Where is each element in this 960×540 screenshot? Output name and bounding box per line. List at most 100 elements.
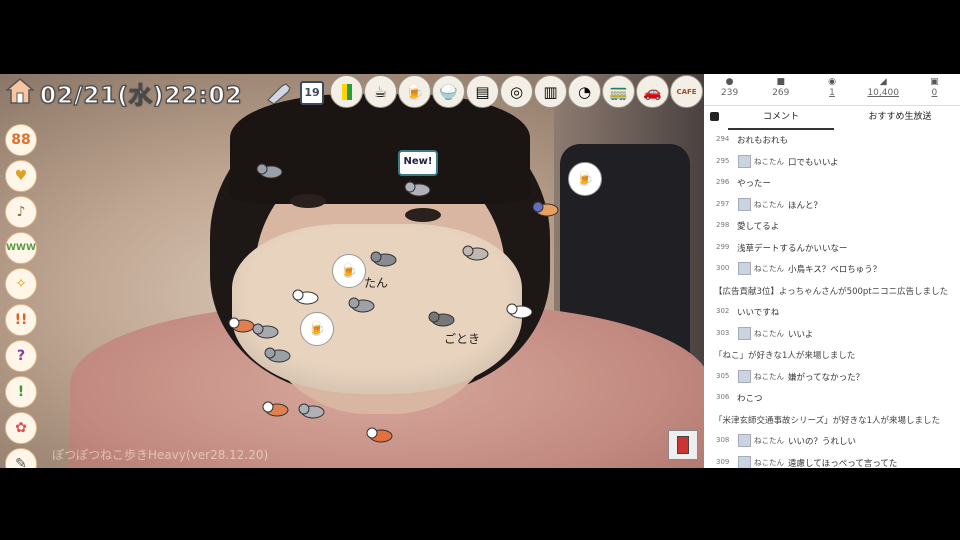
system-message-row[interactable]: 「米津玄師交通事故シリーズ」が好きな1人が来場しました (704, 409, 960, 431)
left-eye (290, 194, 326, 208)
cat-sprite-icon (348, 297, 375, 313)
comment-number: 299 (716, 242, 730, 251)
toilet-paper-icon[interactable]: ◎ (500, 75, 533, 108)
cat-sprite-icon (366, 427, 393, 443)
commenter-name[interactable]: ねこたん (754, 199, 784, 210)
notes-icon[interactable]: ▤ (466, 75, 499, 108)
pen-icon[interactable]: ✎ (5, 448, 37, 468)
overlay-comment-text: ごとき (444, 332, 481, 346)
exclaim-marks-icon[interactable]: !! (5, 304, 37, 336)
exclaim-icon[interactable]: ! (5, 376, 37, 408)
heart-icon[interactable]: ♥ (5, 160, 37, 192)
system-message-text: 「ねこ」が好きな1人が来場しました (714, 351, 856, 361)
egg-icon[interactable]: ◔ (568, 75, 601, 108)
train-icon[interactable]: 🚃 (602, 75, 635, 108)
cafe-icon[interactable]: CAFE (670, 75, 703, 108)
comment-row[interactable]: 295 ねこたん 口でもいいよ (704, 151, 960, 173)
beginner-icon[interactable] (330, 75, 363, 108)
avatar[interactable] (738, 197, 751, 211)
comment-list[interactable]: 294 おれもおれも 295 ねこたん 口でもいいよ 296 やったー 297 ねこたん ほんと？… (704, 129, 960, 468)
ad-icon: ◉ (828, 77, 836, 87)
question-icon[interactable]: ? (5, 340, 37, 372)
comment-number: 294 (716, 135, 730, 143)
phone-icon[interactable] (668, 430, 698, 460)
avatar[interactable] (738, 434, 751, 447)
coffee-cup-icon[interactable]: ☕ (364, 75, 397, 108)
comment-row[interactable]: 296 やったー (704, 172, 960, 194)
comment-number: 298 (716, 221, 730, 229)
sparkle-icon[interactable]: ✧ (5, 268, 37, 300)
cat-sprite-icon (262, 401, 289, 417)
stat-ads[interactable]: ◉ 1 (806, 74, 857, 104)
video-player[interactable]: 02/21(水)22:02 19 ☕ 🍺 🍚 ▤ ◎ ▥ ◔ 🚃 🚗 CAFE … (0, 74, 704, 468)
comment-number: 308 (716, 436, 730, 444)
music-note-icon[interactable]: ♪ (5, 196, 37, 228)
cup-icon[interactable]: ▥ (534, 75, 567, 108)
comment-number: 302 (716, 307, 730, 315)
comment-row[interactable]: 308 ねこたん いいの？うれしい (704, 430, 960, 452)
overlay-comment-text: たん (364, 276, 389, 290)
commenter-name[interactable]: ねこたん (754, 156, 784, 167)
drink-bubble-icon: 🍺 (568, 162, 602, 196)
avatar[interactable] (738, 154, 751, 168)
comment-row[interactable]: 298 愛してるよ (704, 215, 960, 237)
comment-row[interactable]: 306 わこつ (704, 387, 960, 409)
cat-sprite-icon (292, 289, 319, 305)
flower-icon[interactable]: ✿ (5, 412, 37, 444)
comment-row[interactable]: 300 ねこたん 小鳥キス？ベロちゅう？ (704, 258, 960, 280)
cat-sprite-icon (404, 181, 431, 197)
cat-sprite-icon (370, 251, 397, 267)
comment-icon: ■ (776, 77, 786, 87)
comment-row[interactable]: 303 ねこたん いいよ (704, 323, 960, 345)
stream-stage: 02/21(水)22:02 19 ☕ 🍺 🍚 ▤ ◎ ▥ ◔ 🚃 🚗 CAFE … (0, 74, 960, 468)
comment-text: いいですね (737, 308, 780, 318)
new-badge[interactable]: New! (398, 150, 438, 176)
gift-point-icon: ◢ (879, 77, 887, 87)
stat-viewers: ● 239 (704, 74, 755, 104)
comment-row[interactable]: 299 浅草デートするんかいいなー (704, 237, 960, 259)
system-message-row[interactable]: 【広告貢献3位】よっちゃんさんが500ptニコニ広告しました (704, 280, 960, 302)
commenter-name[interactable]: ねこたん (754, 457, 784, 468)
comment-row[interactable]: 294 おれもおれも (704, 129, 960, 151)
commenter-name[interactable]: ねこたん (754, 328, 784, 339)
tab-recommend[interactable]: おすすめ生放送 (840, 106, 960, 128)
comment-text: いいの？うれしい (788, 437, 857, 447)
tool-88-icon[interactable]: 88 (5, 124, 37, 156)
tab-comment[interactable]: コメント (728, 106, 834, 130)
wrench-icon[interactable] (264, 80, 294, 104)
drink-bottle-icon[interactable]: 🍺 (398, 75, 431, 108)
side-panel: ● 239 ■ 269 ◉ 1 ◢ 10,400 ▣ 0 コメント おすすめ生放送 294… (704, 74, 960, 468)
car-icon[interactable]: 🚗 (636, 75, 669, 108)
commenter-name[interactable]: ねこたん (754, 371, 784, 382)
commenter-name[interactable]: ねこたん (754, 435, 784, 446)
comment-text: わこつ (737, 394, 763, 404)
home-icon[interactable] (6, 78, 34, 104)
comment-text: おれもおれも (737, 136, 789, 146)
www-icon[interactable]: WWW (5, 232, 37, 264)
cat-sprite-icon (264, 347, 291, 363)
day-badge[interactable]: 19 (300, 81, 324, 105)
stat-points[interactable]: ◢ 10,400 (858, 74, 909, 104)
comment-number: 300 (716, 264, 730, 272)
avatar[interactable] (738, 326, 751, 340)
comment-number: 309 (716, 457, 730, 466)
left-toolbar: 88 ♥ ♪ WWW ✧ !! ? ! ✿ ✎ (5, 124, 37, 468)
stats-bar: ● 239 ■ 269 ◉ 1 ◢ 10,400 ▣ 0 (704, 74, 960, 104)
comment-row[interactable]: 297 ねこたん ほんと？ (704, 194, 960, 216)
comment-number: 297 (716, 199, 730, 208)
comment-row[interactable]: 302 いいですね (704, 301, 960, 323)
drink-bubble-icon: 🍺 (300, 312, 334, 346)
cat-sprite-icon (256, 163, 283, 179)
stat-gifts[interactable]: ▣ 0 (909, 74, 960, 104)
avatar[interactable] (738, 455, 751, 468)
avatar[interactable] (738, 262, 751, 275)
commenter-name[interactable]: ねこたん (754, 263, 784, 274)
rice-bowl-icon[interactable]: 🍚 (432, 75, 465, 108)
comment-row[interactable]: 305 ねこたん 嫌がってなかった？ (704, 366, 960, 388)
system-message-row[interactable]: 「ねこ」が好きな1人が来場しました (704, 344, 960, 366)
comment-text: ほんと？ (788, 200, 823, 211)
avatar[interactable] (738, 369, 751, 383)
comment-row[interactable]: 309 ねこたん 遠慮してほっぺって言ってた (704, 452, 960, 468)
drink-bubble-icon: 🍺 (332, 254, 366, 288)
watermark-text: ぽつぽつねこ歩きHeavy(ver28.12.20) (52, 448, 269, 462)
